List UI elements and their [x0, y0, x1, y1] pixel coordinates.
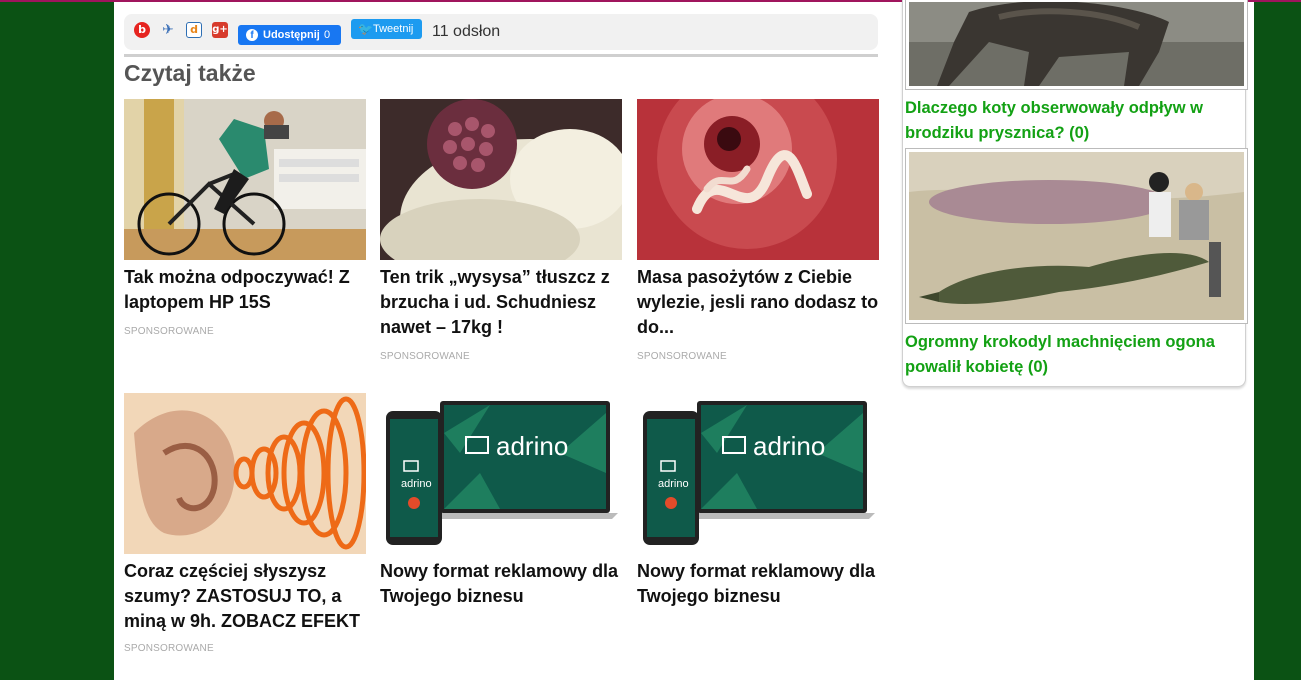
card-title[interactable]: Masa pasożytów z Ciebie wylezie, jesli r…: [637, 265, 879, 340]
card-title[interactable]: Nowy format reklamowy dla Twojego biznes…: [637, 559, 879, 609]
adrino-phone-logo-text: adrino: [401, 478, 432, 490]
divider: [124, 54, 878, 57]
sidebar-image-crocodile[interactable]: [905, 148, 1248, 324]
twitter-icon: 🐦: [358, 22, 373, 36]
card-title[interactable]: Ten trik „wysysa” tłuszcz z brzucha i ud…: [380, 265, 622, 340]
section-title: Czytaj także: [124, 60, 256, 86]
card-title[interactable]: Nowy format reklamowy dla Twojego biznes…: [380, 559, 622, 609]
tweet-label: Tweetnij: [373, 23, 414, 35]
blip-icon[interactable]: b: [134, 22, 150, 38]
card-image-raspberry[interactable]: [380, 99, 622, 260]
wykop-icon[interactable]: ✈: [160, 22, 176, 38]
card-title[interactable]: Tak można odpoczywać! Z laptopem HP 15S: [124, 265, 366, 315]
sponsored-label: SPONSOROWANE: [637, 351, 727, 362]
card-title[interactable]: Coraz częściej słyszysz szumy? ZASTOSUJ …: [124, 559, 366, 634]
google-plus-icon[interactable]: g+: [212, 22, 228, 38]
facebook-icon: f: [246, 29, 258, 41]
sponsored-label: SPONSOROWANE: [124, 326, 214, 337]
adrino-logo-text: adrino: [753, 431, 825, 461]
sidebar-link[interactable]: Ogromny krokodyl machnięciem ogona powal…: [905, 330, 1235, 380]
facebook-share-count: 0: [324, 29, 331, 41]
card-image-adrino[interactable]: adrino adrino: [637, 393, 879, 554]
sponsored-label: SPONSOROWANE: [124, 643, 214, 654]
view-count: 11 odsłon: [432, 23, 501, 40]
card-image-ear[interactable]: [124, 393, 366, 554]
share-bar: b ✈ d g+ f Udostępnij 0 🐦 Tweetnij 11 od…: [124, 14, 878, 50]
card-image-adrino[interactable]: adrino adrino: [380, 393, 622, 554]
adrino-logo-text: adrino: [496, 431, 568, 461]
sidebar-link[interactable]: Dlaczego koty obserwowały odpływ w brodz…: [905, 96, 1235, 146]
digg-icon[interactable]: d: [186, 22, 202, 38]
sponsored-label: SPONSOROWANE: [380, 351, 470, 362]
adrino-phone-logo-text: adrino: [658, 478, 689, 490]
card-image-cyclist[interactable]: [124, 99, 366, 260]
sidebar-image-cat[interactable]: [905, 0, 1248, 90]
facebook-share-label: Udostępnij: [263, 29, 320, 41]
page-content: b ✈ d g+ f Udostępnij 0 🐦 Tweetnij 11 od…: [114, 0, 1254, 680]
facebook-share-button[interactable]: f Udostępnij 0: [238, 25, 341, 45]
sidebar-related: Dlaczego koty obserwowały odpływ w brodz…: [902, 0, 1248, 387]
card-image-intestine[interactable]: [637, 99, 879, 260]
tweet-button[interactable]: 🐦 Tweetnij: [351, 19, 422, 39]
